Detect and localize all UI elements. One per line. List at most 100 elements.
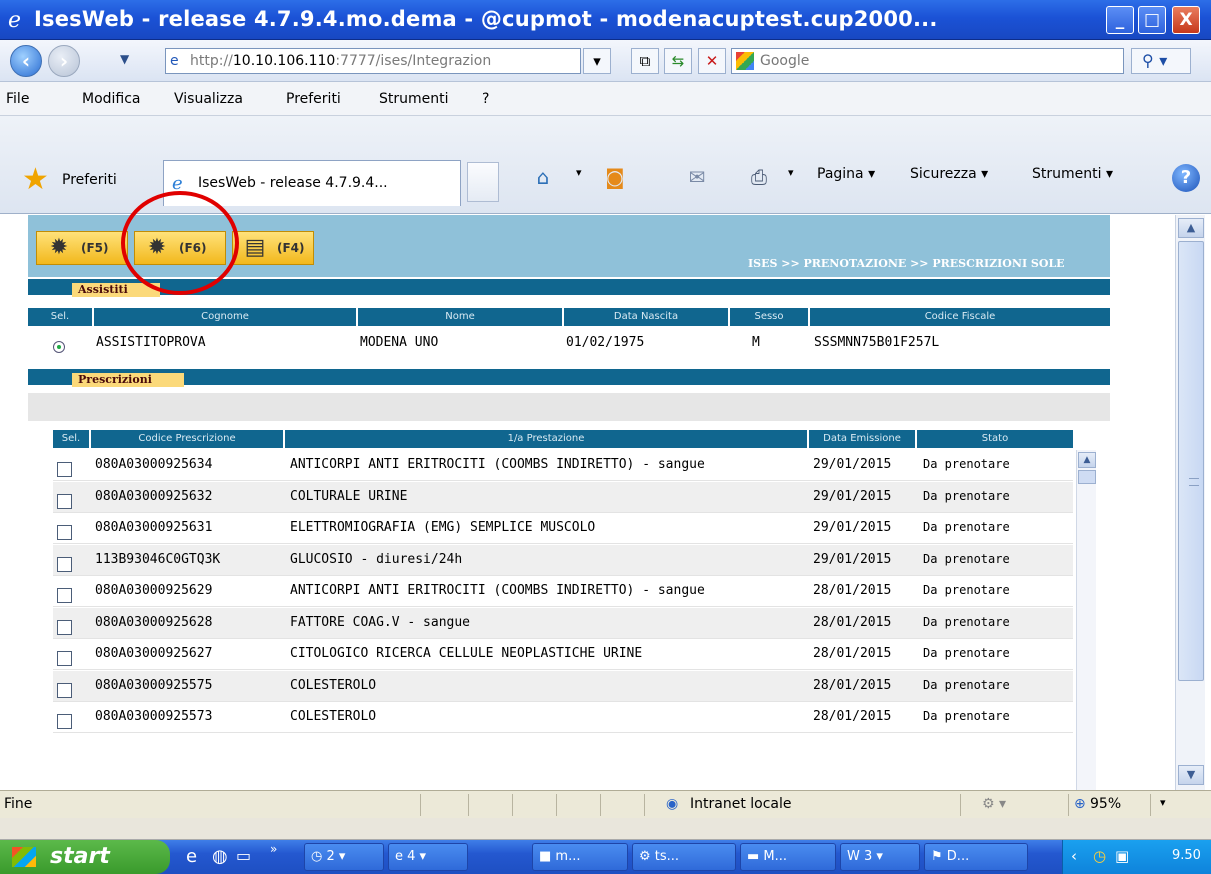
home-dropdown-icon[interactable]: ▾: [576, 166, 582, 179]
table-row[interactable]: 080A03000925573 COLESTEROLO 28/01/2015 Da p…: [53, 702, 1073, 733]
protected-mode-icon[interactable]: ⚙ ▾: [982, 796, 1006, 812]
row-checkbox[interactable]: [57, 556, 72, 572]
print-icon[interactable]: ⎙: [744, 162, 774, 192]
table-row[interactable]: 113B93046C0GTQ3K GLUCOSIO - diuresi/24h 29…: [53, 544, 1073, 576]
zoom-icon[interactable]: ⊕: [1074, 796, 1086, 812]
row-stato: Da prenotare: [923, 520, 1010, 534]
favorites-button[interactable]: Preferiti: [62, 172, 117, 188]
quicklaunch-more-icon[interactable]: »: [270, 842, 277, 856]
table-row[interactable]: 080A03000925629 ANTICORPI ANTI ERITROCITI…: [53, 576, 1073, 607]
row-codice: 080A03000925627: [95, 646, 213, 661]
menu-sicurezza[interactable]: Sicurezza ▾: [910, 166, 988, 182]
ie-logo-icon: e: [8, 8, 22, 33]
f5-button[interactable]: ✹ (F5): [36, 231, 128, 265]
zoom-level[interactable]: 95%: [1090, 796, 1121, 812]
menu-help[interactable]: ?: [482, 91, 489, 107]
menu-visualizza[interactable]: Visualizza: [174, 91, 243, 107]
start-button[interactable]: start: [0, 840, 170, 874]
table-row[interactable]: 080A03000925627 CITOLOGICO RICERCA CELLUL…: [53, 639, 1073, 670]
task-cmd-label: m...: [555, 849, 581, 864]
tray-clock-icon[interactable]: ◷: [1093, 847, 1106, 865]
minimize-button[interactable]: _: [1106, 6, 1134, 34]
task-folder[interactable]: ▬ M...: [740, 843, 836, 871]
table-row[interactable]: 080A03000925631 ELETTROMIOGRAFIA (EMG) SE…: [53, 513, 1073, 544]
compatibility-view-icon[interactable]: ⧉: [631, 48, 659, 74]
quicklaunch-desktop-icon[interactable]: ▭: [236, 846, 251, 865]
row-checkbox[interactable]: [57, 714, 72, 729]
window-title-bar[interactable]: e IsesWeb - release 4.7.9.4.mo.dema - @c…: [0, 0, 1211, 40]
prescrizioni-label: Prescrizioni: [72, 373, 184, 387]
taskbar-clock[interactable]: 9.50: [1172, 848, 1201, 863]
maximize-button[interactable]: □: [1138, 6, 1166, 34]
task-word-icon: W: [847, 849, 864, 864]
table-row[interactable]: 080A03000925575 COLESTEROLO 28/01/2015 Da p…: [53, 670, 1073, 702]
table-row[interactable]: 080A03000925632 COLTURALE URINE 29/01/2015…: [53, 481, 1073, 513]
back-button[interactable]: ‹: [10, 45, 42, 77]
close-button[interactable]: X: [1172, 6, 1200, 34]
assistito-radio[interactable]: [53, 341, 65, 353]
list-scroll-thumb[interactable]: [1078, 470, 1096, 484]
search-input[interactable]: Google: [731, 48, 1124, 74]
quicklaunch-ie-icon[interactable]: e: [186, 846, 197, 867]
home-icon[interactable]: ⌂: [528, 162, 558, 192]
forward-button[interactable]: ›: [48, 45, 80, 77]
print-dropdown-icon[interactable]: ▾: [788, 166, 794, 179]
task-ts[interactable]: ⚙ ts...: [632, 843, 736, 871]
row-checkbox[interactable]: [57, 682, 72, 698]
assistito-sesso: M: [752, 335, 760, 350]
task-cmd[interactable]: ■ m...: [532, 843, 628, 871]
task-clock-group[interactable]: ◷ 2 ▾: [304, 843, 384, 871]
table-row[interactable]: 080A03000925628 FATTORE COAG.V - sangue 28…: [53, 607, 1073, 639]
quicklaunch-browser-icon[interactable]: ◍: [212, 846, 228, 867]
zone-label: Intranet locale: [690, 796, 792, 812]
tray-network-icon[interactable]: ▣: [1115, 847, 1129, 865]
pcol-stato: Stato: [917, 430, 1073, 448]
search-button[interactable]: ⚲ ▾: [1131, 48, 1191, 74]
menu-file[interactable]: File: [6, 91, 29, 107]
table-row[interactable]: 080A03000925634 ANTICORPI ANTI ERITROCITI…: [53, 450, 1073, 481]
page-scroll-up-icon[interactable]: ▲: [1178, 218, 1204, 238]
row-prestazione: COLTURALE URINE: [290, 488, 408, 504]
history-dropdown-icon[interactable]: ▼: [120, 52, 129, 66]
row-checkbox[interactable]: [57, 493, 72, 509]
status-bar: Fine ◉ Intranet locale ⚙ ▾ ⊕ 95% ▾: [0, 790, 1211, 818]
row-checkbox[interactable]: [57, 651, 72, 666]
row-stato: Da prenotare: [923, 551, 1010, 566]
favorites-star-icon[interactable]: ★: [22, 165, 50, 195]
new-tab-button[interactable]: [467, 162, 499, 202]
mail-icon[interactable]: ✉: [682, 162, 712, 192]
stop-icon[interactable]: ✕: [698, 48, 726, 74]
row-checkbox[interactable]: [57, 588, 72, 603]
list-scroll-up-icon[interactable]: ▲: [1078, 452, 1096, 468]
row-codice: 080A03000925629: [95, 583, 213, 598]
page-scroll-down-icon[interactable]: ▼: [1178, 765, 1204, 785]
row-stato: Da prenotare: [923, 614, 1010, 629]
menu-preferiti[interactable]: Preferiti: [286, 91, 341, 107]
menu-strumenti[interactable]: Strumenti: [379, 91, 449, 107]
page-scrollbar[interactable]: ▲ ▼: [1175, 215, 1205, 790]
task-word-group[interactable]: W 3 ▾: [840, 843, 920, 871]
address-input[interactable]: e http://10.10.106.110:7777/ises/Integra…: [165, 48, 581, 74]
row-checkbox[interactable]: [57, 619, 72, 635]
row-codice: 080A03000925575: [95, 677, 213, 693]
f4-button[interactable]: ▤ (F4): [232, 231, 314, 265]
help-icon[interactable]: ?: [1172, 164, 1200, 192]
row-checkbox[interactable]: [57, 525, 72, 540]
task-ie-group[interactable]: e 4 ▾: [388, 843, 468, 871]
list-scrollbar[interactable]: ▲: [1076, 450, 1096, 790]
menu-modifica[interactable]: Modifica: [82, 91, 141, 107]
menu-strumenti-cmd[interactable]: Strumenti ▾: [1032, 166, 1113, 182]
zoom-dropdown-icon[interactable]: ▾: [1160, 796, 1166, 809]
feeds-icon[interactable]: ◙: [600, 162, 630, 192]
page-scroll-thumb[interactable]: [1178, 241, 1204, 681]
row-stato: Da prenotare: [923, 677, 1010, 692]
refresh-icon[interactable]: ⇆: [664, 48, 692, 74]
address-dropdown-icon[interactable]: ▾: [583, 48, 611, 74]
row-prestazione: COLESTEROLO: [290, 677, 377, 693]
menu-pagina[interactable]: Pagina ▾: [817, 166, 875, 182]
row-data-emissione: 28/01/2015: [813, 677, 892, 693]
assistito-codice-fiscale: SSSMNN75B01F257L: [814, 335, 940, 350]
row-checkbox[interactable]: [57, 462, 72, 477]
tray-expand-icon[interactable]: ‹: [1071, 847, 1077, 865]
task-pdf[interactable]: ⚑ D...: [924, 843, 1028, 871]
